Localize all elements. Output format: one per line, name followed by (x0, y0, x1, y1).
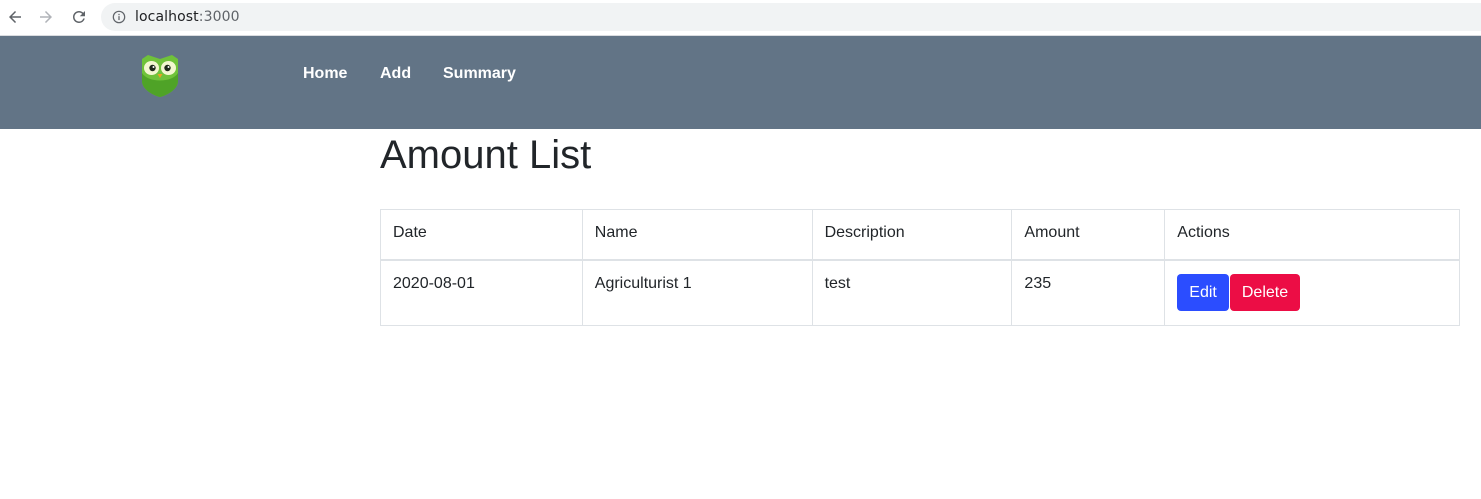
address-bar[interactable]: localhost:3000 (101, 3, 1481, 31)
back-arrow-icon[interactable] (4, 6, 26, 28)
cell-actions: Edit Delete (1164, 259, 1460, 326)
column-header-amount: Amount (1011, 209, 1166, 261)
table-row: 2020-08-01 Agriculturist 1 test 235 Edit… (380, 259, 1460, 326)
cell-amount: 235 (1011, 259, 1166, 326)
column-header-description: Description (811, 209, 1013, 261)
nav-link-add[interactable]: Add (380, 65, 411, 83)
delete-button[interactable]: Delete (1229, 273, 1301, 311)
owl-logo-icon[interactable] (138, 53, 182, 97)
amounts-table: Date Name Description Amount Actions 202… (380, 209, 1460, 326)
edit-button[interactable]: Edit (1177, 273, 1229, 311)
page-title: Amount List (380, 133, 592, 177)
forward-arrow-icon[interactable] (35, 6, 57, 28)
cell-description: test (811, 259, 1013, 326)
column-header-actions: Actions (1164, 209, 1460, 261)
info-icon[interactable] (111, 9, 127, 25)
url-host: localhost (135, 9, 199, 25)
column-header-date: Date (380, 209, 583, 261)
nav-link-summary[interactable]: Summary (443, 65, 516, 83)
table-header-row: Date Name Description Amount Actions (380, 209, 1460, 261)
cell-name: Agriculturist 1 (581, 259, 813, 326)
browser-toolbar: localhost:3000 (0, 0, 1481, 36)
column-header-name: Name (581, 209, 813, 261)
url-port: :3000 (198, 9, 240, 25)
url-text: localhost:3000 (135, 9, 240, 25)
reload-icon[interactable] (68, 6, 90, 28)
app-navbar: Home Add Summary (0, 36, 1481, 129)
cell-date: 2020-08-01 (380, 259, 583, 326)
nav-link-home[interactable]: Home (303, 65, 347, 83)
